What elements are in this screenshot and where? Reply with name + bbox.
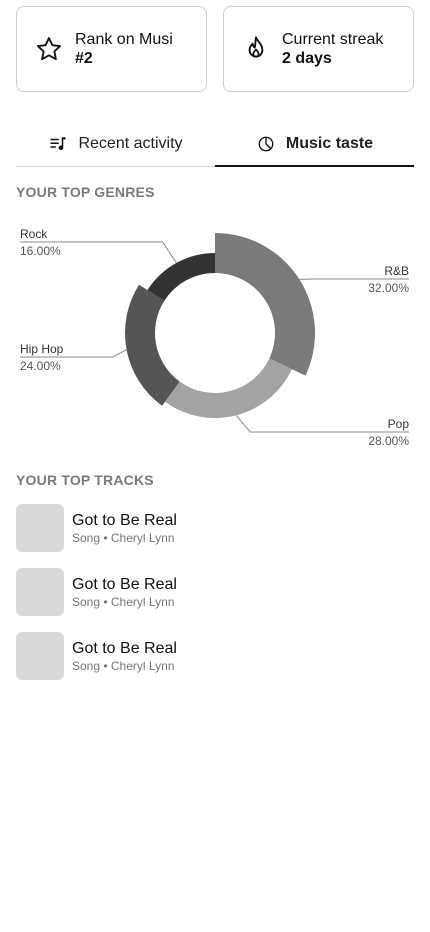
genre-label: Hip Hop	[20, 342, 64, 356]
tab-music-taste[interactable]: Music taste	[215, 124, 414, 167]
genres-donut-chart: R&B 32.00% Pop 28.00% Hip Hop 24.00% Rock 16.00…	[20, 227, 410, 448]
genre-percent: 16.00%	[20, 244, 61, 258]
slice-rock	[147, 253, 215, 301]
tab-recent-activity[interactable]: Recent activity	[16, 124, 215, 166]
track-title: Got to Be Real	[72, 639, 177, 657]
track-item[interactable]: Got to Be Real Song • Cheryl Lynn	[16, 504, 414, 552]
star-icon	[35, 35, 63, 63]
genre-percent: 32.00%	[368, 281, 409, 295]
track-meta: Song • Cheryl Lynn	[72, 658, 175, 673]
genre-label: Rock	[20, 227, 48, 241]
track-meta: Song • Cheryl Lynn	[72, 594, 175, 609]
track-item[interactable]: Got to Be Real Song • Cheryl Lynn	[16, 632, 414, 680]
top-genres-heading: YOUR TOP GENRES	[16, 184, 155, 200]
rank-value: #2	[75, 50, 93, 67]
top-tracks-heading: YOUR TOP TRACKS	[16, 472, 154, 488]
track-title: Got to Be Real	[72, 511, 177, 529]
stats-cards: Rank on Musi #2 Current streak 2 days	[16, 6, 414, 92]
slice-r-b	[215, 233, 315, 376]
flame-icon	[242, 35, 270, 63]
rank-label: Rank on Musi	[75, 31, 173, 48]
genre-label: Pop	[388, 417, 410, 431]
tab-music-taste-label: Music taste	[285, 134, 374, 152]
leader-line	[235, 415, 409, 433]
streak-label: Current streak	[282, 31, 384, 48]
streak-card[interactable]: Current streak 2 days	[223, 6, 414, 92]
track-artwork	[16, 632, 64, 680]
tab-bar: Recent activity Music taste	[16, 124, 414, 167]
genre-percent: 24.00%	[20, 359, 61, 373]
pie-chart-icon	[256, 134, 276, 154]
track-meta: Song • Cheryl Lynn	[72, 530, 175, 545]
queue-music-icon	[48, 134, 68, 154]
slice-pop	[165, 358, 292, 418]
genre-label: R&B	[384, 264, 409, 278]
slice-hip-hop	[124, 284, 180, 406]
track-title: Got to Be Real	[72, 575, 177, 593]
genre-percent: 28.00%	[368, 434, 409, 448]
streak-value: 2 days	[282, 50, 332, 67]
track-artwork	[16, 504, 64, 552]
top-tracks-list: Got to Be Real Song • Cheryl Lynn Got to…	[16, 504, 414, 696]
tab-recent-activity-label: Recent activity	[78, 135, 183, 152]
track-item[interactable]: Got to Be Real Song • Cheryl Lynn	[16, 568, 414, 616]
track-artwork	[16, 568, 64, 616]
rank-card[interactable]: Rank on Musi #2	[16, 6, 207, 92]
